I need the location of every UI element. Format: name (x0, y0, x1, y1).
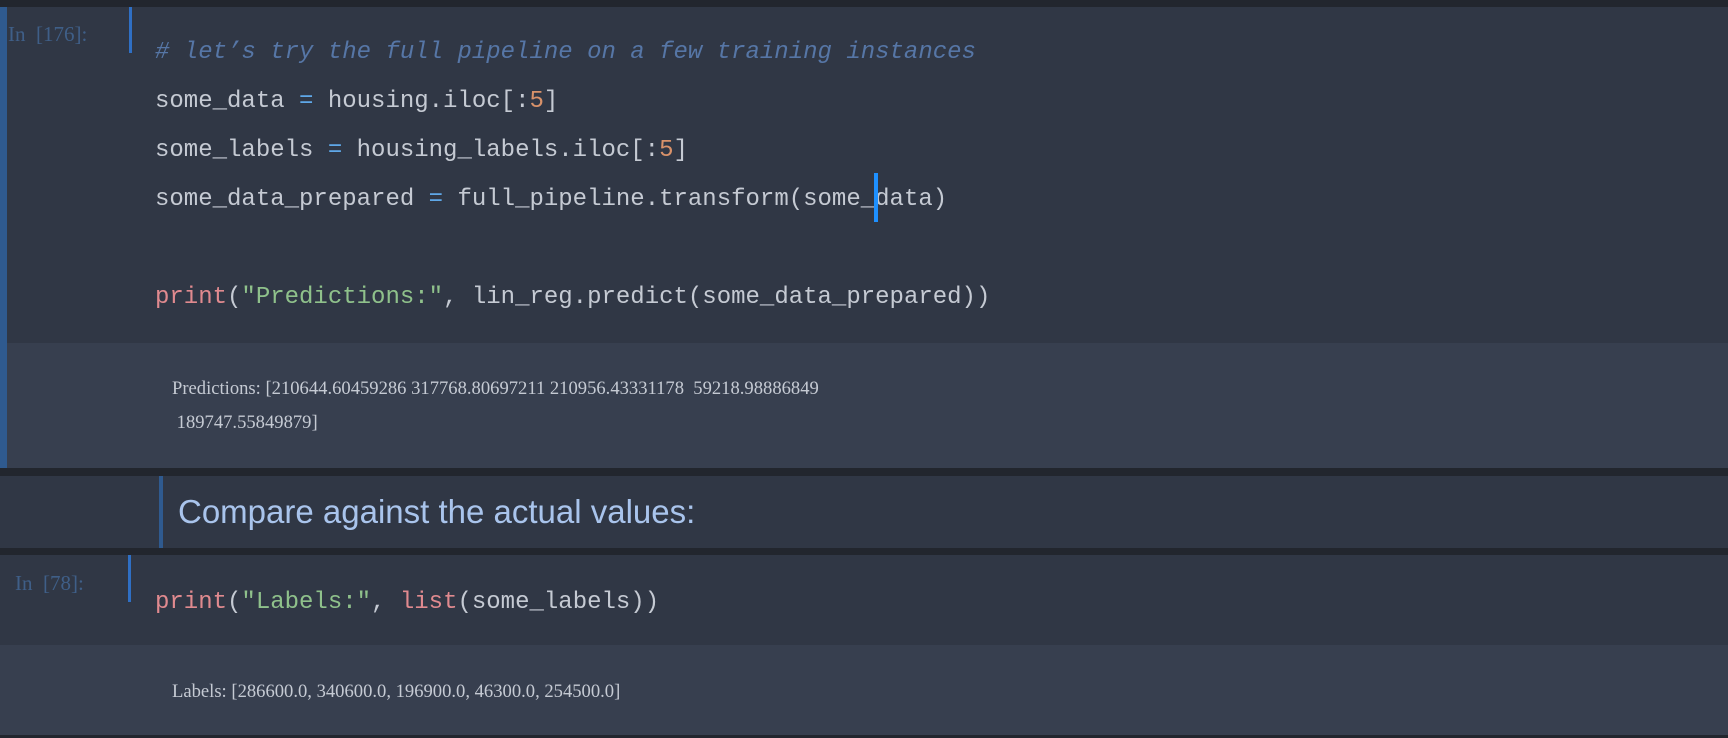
code-token-num: 5 (529, 88, 544, 115)
code-token-str: "Labels:" (241, 589, 372, 616)
code-token-plain: ( (227, 589, 242, 616)
code-line: print("Labels:", list(some_labels)) (155, 578, 659, 627)
code-token-plain: ] (543, 88, 559, 115)
code-token-plain: full_pipeline.transform(some_data) (443, 186, 948, 213)
code-line: # let’s try the full pipeline on a few t… (155, 28, 976, 77)
editor-focus-indicator (129, 7, 132, 53)
code-token-plain: some_labels (155, 137, 328, 164)
selected-cell-bar (0, 7, 7, 468)
code-token-op: = (428, 186, 444, 213)
code-token-builtin: print (155, 284, 228, 311)
code-token-builtin: print (155, 589, 228, 616)
code-token-plain: ] (673, 137, 688, 164)
output-line: 189747.55849879] (172, 412, 318, 433)
code-line: some_data = housing.iloc[:5] (155, 77, 558, 126)
code-token-comment: # let’s try the full pipeline on a few t… (155, 39, 976, 66)
output-line: Predictions: [210644.60459286 317768.806… (172, 378, 819, 399)
code-token-op: = (299, 88, 314, 115)
input-prompt: In [176]: (8, 22, 88, 46)
code-token-plain: some_data_prepared (155, 186, 429, 213)
code-token-plain: some_data (155, 88, 300, 115)
code-token-plain: ( (227, 284, 242, 311)
markdown-bar (159, 476, 163, 548)
code-line: some_labels = housing_labels.iloc[:5] (155, 126, 688, 175)
code-token-plain: , lin_reg.predict(some_data_prepared)) (443, 284, 991, 311)
code-token-builtin: list (399, 589, 458, 616)
input-prompt: In [78]: (15, 571, 84, 595)
code-token-plain: , (371, 589, 400, 616)
code-token-num: 5 (659, 137, 674, 164)
code-token-str: "Predictions:" (241, 284, 444, 311)
code-token-plain: housing_labels.iloc[: (342, 137, 660, 164)
code-token-plain: housing.iloc[: (313, 88, 530, 115)
code-line: some_data_prepared = full_pipeline.trans… (155, 175, 947, 224)
text-cursor (874, 173, 878, 222)
code-token-op: = (327, 137, 343, 164)
markdown-heading: Compare against the actual values: (178, 493, 696, 530)
output-line: Labels: [286600.0, 340600.0, 196900.0, 4… (172, 681, 621, 702)
code-token-plain: (some_labels)) (457, 589, 660, 616)
editor-focus-indicator (128, 555, 131, 602)
code-line: print("Predictions:", lin_reg.predict(so… (155, 273, 990, 322)
